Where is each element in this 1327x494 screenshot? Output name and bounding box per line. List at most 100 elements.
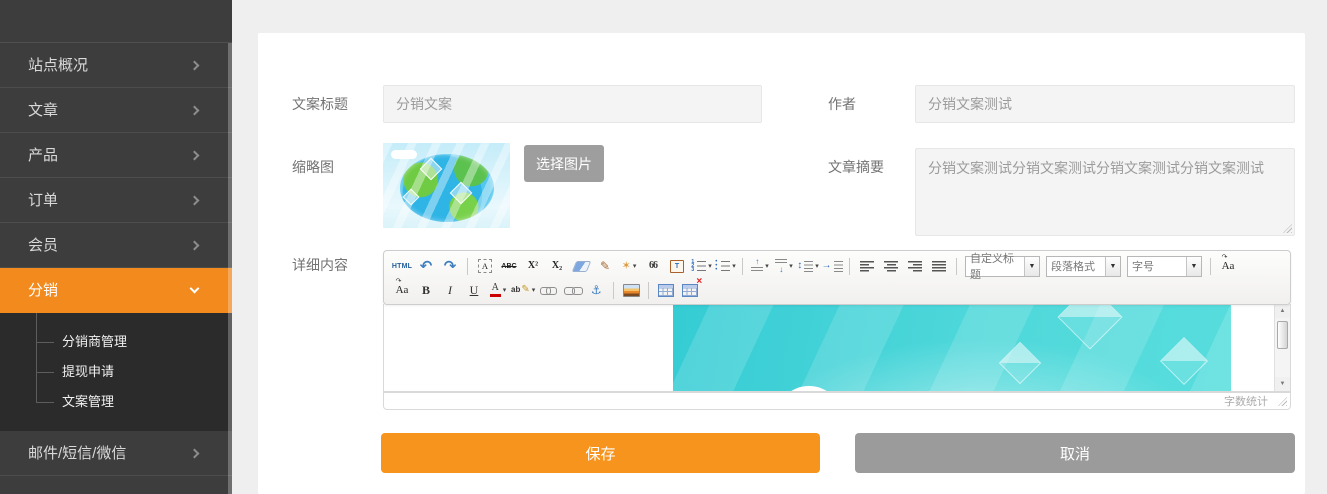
redo-icon: ↷ [444, 259, 457, 274]
thumbnail-preview-image [383, 143, 510, 228]
summary-textarea[interactable]: 分销文案测试分销文案测试分销文案测试分销文案测试 [915, 148, 1295, 236]
author-label: 作者 [828, 85, 856, 123]
bold-button[interactable]: B [415, 280, 437, 301]
cloud-icon [391, 150, 417, 159]
case-switch-button[interactable]: Aa [1217, 256, 1239, 277]
superscript-icon: X² [528, 261, 538, 271]
sidebar-item-members[interactable]: 会员 [0, 223, 232, 268]
sidebar-header [0, 0, 232, 43]
editor-scrollbar-thumb[interactable] [1277, 321, 1288, 349]
chevron-right-icon [191, 223, 198, 267]
paragraph-space-top-icon: ↑ [751, 258, 763, 274]
align-justify-button[interactable] [928, 256, 950, 277]
font-color-button[interactable]: A▾ [487, 280, 509, 301]
paragraph-format-select-value: 段落格式 [1047, 258, 1105, 274]
chevron-down-icon [191, 268, 198, 312]
paragraph-space-bottom-button[interactable]: ↓▾ [773, 256, 795, 277]
format-painter-button[interactable]: ✎ [594, 256, 616, 277]
sidebar-item-distribution[interactable]: 分销 [0, 268, 232, 313]
chevron-down-icon[interactable]: ▼ [1024, 257, 1039, 276]
toolbar-separator [1210, 258, 1211, 275]
html-source-button[interactable]: HTML [391, 256, 413, 277]
align-center-button[interactable] [880, 256, 902, 277]
sidebar-item-label: 产品 [28, 147, 58, 164]
italic-button[interactable]: I [439, 280, 461, 301]
line-height-button[interactable]: ↕▾ [797, 256, 819, 277]
chevron-right-icon [191, 431, 198, 475]
custom-heading-select[interactable]: 自定义标题▼ [965, 256, 1040, 277]
chevron-down-icon[interactable]: ▼ [1105, 257, 1120, 276]
paragraph-space-top-button[interactable]: ↑▾ [749, 256, 771, 277]
summary-label: 文章摘要 [828, 148, 884, 186]
blockquote-icon: 66 [649, 261, 657, 271]
dropdown-caret-icon: ▾ [708, 262, 712, 270]
underline-button[interactable]: U [463, 280, 485, 301]
sidebar-item-products[interactable]: 产品 [0, 133, 232, 178]
sidebar-item-label: 会员 [28, 237, 58, 254]
editor-resize-grip-icon[interactable] [1278, 397, 1287, 406]
scroll-up-arrow-icon[interactable]: ▲ [1275, 304, 1290, 318]
chevron-down-icon[interactable]: ▼ [1186, 257, 1201, 276]
paragraph-format-select[interactable]: 段落格式▼ [1046, 256, 1121, 277]
save-button[interactable]: 保存 [381, 433, 820, 473]
sidebar-item-orders[interactable]: 订单 [0, 178, 232, 223]
copy-title-label: 文案标题 [292, 85, 348, 123]
case-switch-icon: Aa [1222, 261, 1235, 272]
sidebar-item-site-overview[interactable]: 站点概况 [0, 43, 232, 88]
toolbar-separator [849, 258, 850, 275]
insert-image-button[interactable] [620, 280, 642, 301]
sidebar-item-mail-sms-wechat[interactable]: 邮件/短信/微信 [0, 431, 232, 476]
strikethrough-button[interactable]: ABC [498, 256, 520, 277]
align-right-button[interactable] [904, 256, 926, 277]
thumbnail-label: 缩略图 [292, 148, 334, 186]
insert-table-button[interactable] [655, 280, 677, 301]
font-color-icon: A [490, 283, 501, 297]
remove-format-button[interactable] [570, 256, 592, 277]
sidebar-item-label: 文章 [28, 102, 58, 119]
superscript-button[interactable]: X² [522, 256, 544, 277]
font-size-select[interactable]: 字号▼ [1127, 256, 1202, 277]
sidebar-item-label: 站点概况 [28, 57, 88, 74]
sidebar-item-label: 邮件/短信/微信 [28, 445, 126, 462]
scroll-down-arrow-icon[interactable]: ▼ [1275, 377, 1290, 391]
insert-image-icon [623, 284, 640, 297]
sidebar-subitem-distributor-management[interactable]: 分销商管理 [0, 327, 232, 357]
sidebar-item-articles[interactable]: 文章 [0, 88, 232, 133]
paste-plain-text-button[interactable]: T [666, 256, 688, 277]
author-input[interactable] [915, 85, 1295, 123]
redo-button[interactable]: ↷ [439, 256, 461, 277]
format-painter-icon: ✎ [600, 260, 610, 272]
undo-icon: ↶ [420, 259, 433, 274]
case-switch-alt-button[interactable]: Aa [391, 280, 413, 301]
delete-table-button[interactable] [679, 280, 701, 301]
ordered-list-button[interactable]: ▾ [690, 256, 712, 277]
sidebar-subitem-withdrawal-application[interactable]: 提现申请 [0, 357, 232, 387]
rich-text-editor: HTML↶↷AABCX²X₂✎✶▾66T▾▾↑▾↓▾↕▾→自定义标题▼段落格式▼… [383, 250, 1291, 410]
choose-image-button[interactable]: 选择图片 [524, 145, 604, 182]
sidebar-subitem-copywriting-management[interactable]: 文案管理 [0, 387, 232, 417]
dropdown-caret-icon: ▾ [765, 262, 769, 270]
copy-title-input[interactable] [383, 85, 762, 123]
undo-button[interactable]: ↶ [415, 256, 437, 277]
insert-link-button[interactable] [537, 280, 559, 301]
first-line-indent-button[interactable]: → [821, 256, 843, 277]
unlink-icon [564, 285, 581, 295]
select-all-button[interactable]: A [474, 256, 496, 277]
editor-status-bar: 字数统计 [383, 392, 1291, 410]
sidebar-scrollbar[interactable] [228, 43, 232, 494]
cancel-button[interactable]: 取消 [855, 433, 1295, 473]
unordered-list-button[interactable]: ▾ [714, 256, 736, 277]
italic-icon: I [448, 284, 452, 296]
ordered-list-icon [690, 260, 706, 273]
anchor-icon: ⚓ [591, 284, 602, 296]
blockquote-button[interactable]: 66 [642, 256, 664, 277]
align-left-button[interactable] [856, 256, 878, 277]
highlight-color-icon: ab [511, 285, 530, 295]
subscript-button[interactable]: X₂ [546, 256, 568, 277]
anchor-button[interactable]: ⚓ [585, 280, 607, 301]
highlight-color-button[interactable]: ab▾ [511, 280, 535, 301]
unlink-button[interactable] [561, 280, 583, 301]
editor-content-area[interactable]: ▲ ▼ [383, 304, 1291, 392]
auto-typeset-button[interactable]: ✶▾ [618, 256, 640, 277]
editor-scrollbar[interactable]: ▲ ▼ [1274, 304, 1290, 391]
